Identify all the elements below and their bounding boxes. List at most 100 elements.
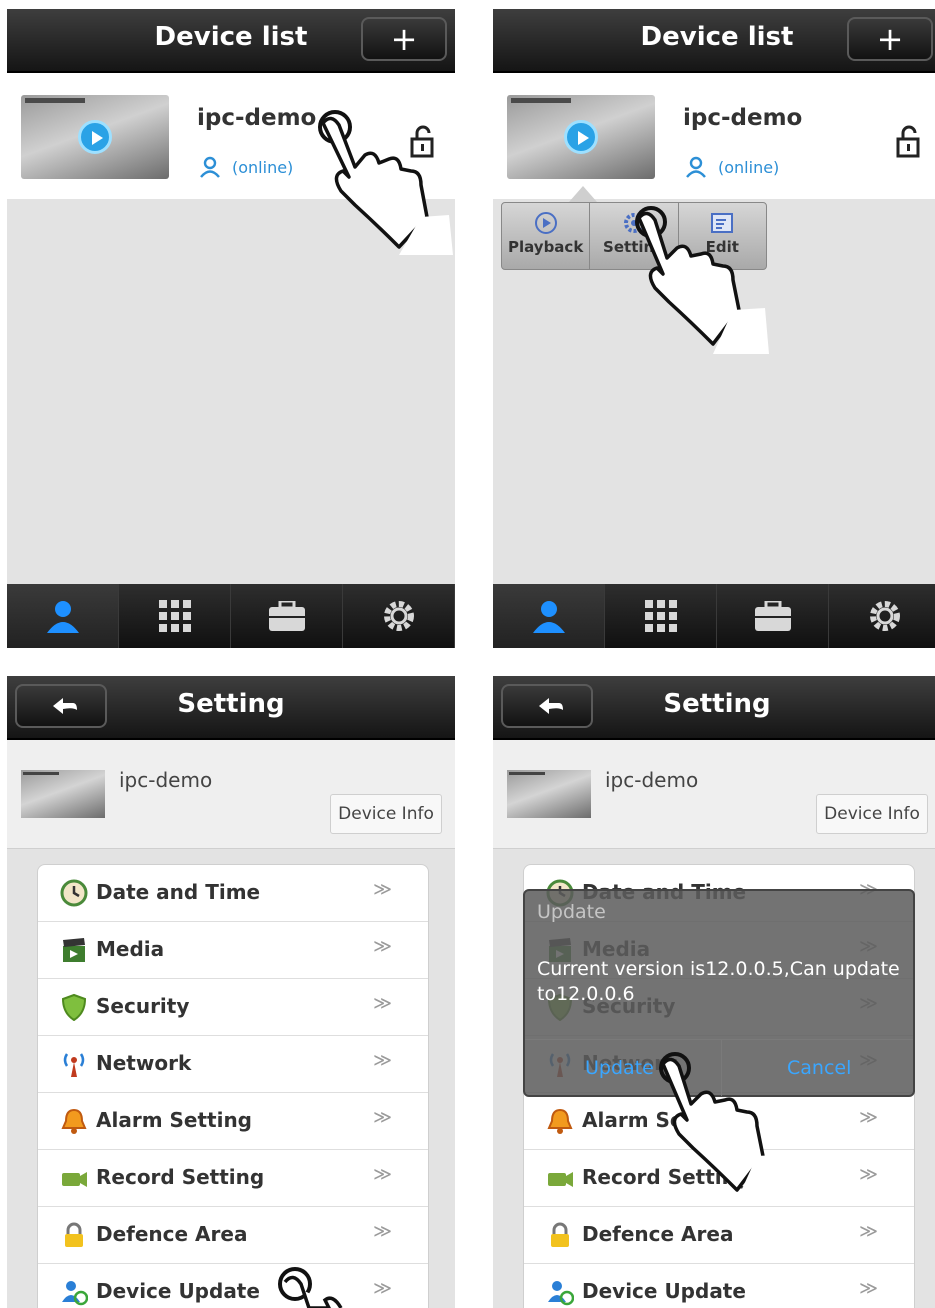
- menu-item-network[interactable]: Network ≫: [38, 1036, 428, 1093]
- timestamp-strip: [509, 772, 545, 775]
- lock-icon: [65, 1222, 83, 1247]
- timestamp-strip: [23, 772, 59, 775]
- chevron-right-icon: ≫: [373, 1050, 392, 1071]
- play-icon[interactable]: [564, 120, 598, 154]
- status-text: (online): [232, 158, 294, 177]
- bell-icon: [547, 1108, 573, 1134]
- camera-icon: [548, 1172, 573, 1187]
- lock-icon: [551, 1222, 569, 1247]
- menu-item-defence-area[interactable]: Defence Area ≫: [524, 1207, 914, 1264]
- device-thumbnail[interactable]: [507, 95, 655, 179]
- chevron-right-icon: ≫: [373, 993, 392, 1014]
- menu-item-record-setting[interactable]: Record Setting ≫: [524, 1150, 914, 1207]
- menu-item-record-setting[interactable]: Record Setting ≫: [38, 1150, 428, 1207]
- chevron-right-icon: ≫: [859, 1164, 878, 1185]
- timestamp-strip: [25, 98, 85, 103]
- tab-grid[interactable]: [605, 584, 717, 648]
- device-info-button[interactable]: Device Info: [816, 794, 928, 834]
- menu-item-device-update[interactable]: Device Update ≫: [38, 1264, 428, 1308]
- settings-menu: Date and Time ≫ Media ≫ Security ≫ Netwo…: [37, 864, 429, 1308]
- dialog-divider: [525, 1039, 913, 1040]
- user-sync-icon: [548, 1281, 574, 1306]
- update-button[interactable]: Update: [585, 1057, 654, 1079]
- chevron-right-icon: ≫: [373, 936, 392, 957]
- device-name: ipc-demo: [683, 105, 803, 131]
- chevron-right-icon: ≫: [859, 1107, 878, 1128]
- chevron-right-icon: ≫: [373, 879, 392, 900]
- unlock-icon[interactable]: [409, 125, 437, 159]
- tab-settings[interactable]: [343, 584, 455, 648]
- grid-icon: [158, 600, 191, 632]
- menu-item-device-update[interactable]: Device Update ≫: [524, 1264, 914, 1308]
- tab-bar: [7, 584, 455, 648]
- device-list-screen: Device list + ipc-demo (online): [7, 9, 455, 648]
- menu-item-alarm-setting[interactable]: Alarm Setting ≫: [38, 1093, 428, 1150]
- menu-item-label: Alarm Setting: [96, 1108, 252, 1132]
- add-device-button[interactable]: +: [361, 17, 447, 61]
- device-info-button[interactable]: Device Info: [330, 794, 442, 834]
- play-icon[interactable]: [78, 120, 112, 154]
- edit-button[interactable]: Edit: [679, 203, 766, 269]
- tab-grid[interactable]: [119, 584, 231, 648]
- setting-label: Setting: [603, 238, 665, 256]
- device-list-popup-screen: Device list + ipc-demo (online) Playback…: [493, 9, 935, 648]
- menu-item-label: Defence Area: [582, 1222, 734, 1246]
- header-bar: Device list +: [493, 9, 935, 73]
- tab-toolbox[interactable]: [231, 584, 343, 648]
- chevron-right-icon: ≫: [859, 1221, 878, 1242]
- playback-button[interactable]: Playback: [502, 203, 591, 269]
- add-device-button[interactable]: +: [847, 17, 933, 61]
- tab-devices[interactable]: [7, 584, 119, 648]
- device-action-popup: Playback Setting Edit: [501, 202, 767, 270]
- unlock-icon[interactable]: [895, 125, 923, 159]
- clapper-icon: [63, 938, 85, 962]
- device-thumbnail[interactable]: [21, 95, 169, 179]
- toolbox-icon: [754, 601, 791, 631]
- tab-settings[interactable]: [829, 584, 935, 648]
- menu-item-defence-area[interactable]: Defence Area ≫: [38, 1207, 428, 1264]
- dialog-title: Update: [537, 901, 606, 923]
- menu-item-media[interactable]: Media ≫: [38, 922, 428, 979]
- chevron-right-icon: ≫: [373, 1107, 392, 1128]
- device-name: ipc-demo: [197, 105, 317, 131]
- tab-bar: [493, 584, 935, 648]
- gear-icon: [623, 213, 644, 233]
- menu-item-date-time[interactable]: Date and Time ≫: [38, 865, 428, 922]
- cancel-button[interactable]: Cancel: [787, 1057, 851, 1079]
- header-bar: Setting: [7, 676, 455, 740]
- dialog-message: Current version is12.0.0.5,Can update to…: [537, 958, 900, 1005]
- menu-item-alarm-setting[interactable]: Alarm Setting ≫: [524, 1093, 914, 1150]
- device-thumbnail: [21, 770, 105, 818]
- page-title: Setting: [663, 689, 771, 719]
- timestamp-strip: [511, 98, 571, 103]
- device-name: ipc-demo: [605, 768, 699, 792]
- menu-item-label: Security: [96, 994, 190, 1018]
- toolbox-icon: [268, 601, 305, 631]
- user-sync-icon: [62, 1281, 88, 1306]
- status-text: (online): [718, 158, 780, 177]
- setting-screen: Setting ipc-demo Device Info Date and Ti…: [7, 676, 455, 1308]
- menu-item-label: Network: [96, 1051, 192, 1075]
- device-row[interactable]: ipc-demo (online): [7, 73, 455, 199]
- chevron-right-icon: ≫: [373, 1278, 392, 1299]
- menu-item-label: Device Update: [582, 1279, 746, 1303]
- chevron-right-icon: ≫: [373, 1164, 392, 1185]
- dialog-button-divider: [721, 1040, 722, 1096]
- setting-update-screen: Setting ipc-demo Device Info Date and Ti…: [493, 676, 935, 1308]
- menu-item-label: Device Update: [96, 1279, 260, 1303]
- tab-toolbox[interactable]: [717, 584, 829, 648]
- setting-button[interactable]: Setting: [590, 203, 679, 269]
- menu-item-label: Record Setting: [96, 1165, 265, 1189]
- menu-item-label: Alarm Setting: [582, 1108, 738, 1132]
- popup-pointer: [569, 186, 597, 202]
- edit-icon: [711, 213, 734, 233]
- device-row[interactable]: ipc-demo (online): [493, 73, 935, 199]
- playback-label: Playback: [508, 238, 584, 256]
- bell-icon: [61, 1108, 87, 1134]
- tab-devices[interactable]: [493, 584, 605, 648]
- edit-label: Edit: [705, 238, 739, 256]
- menu-item-security[interactable]: Security ≫: [38, 979, 428, 1036]
- clock-icon: [60, 879, 88, 907]
- header-bar: Setting: [493, 676, 935, 740]
- grid-icon: [644, 600, 677, 632]
